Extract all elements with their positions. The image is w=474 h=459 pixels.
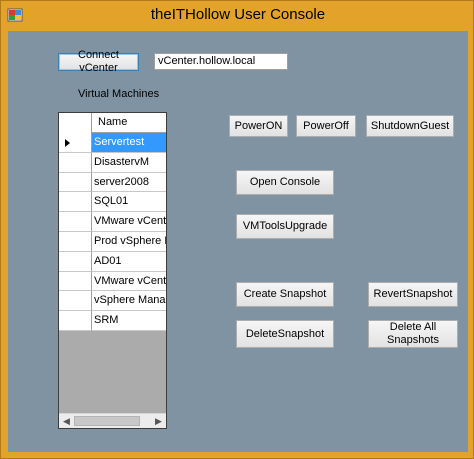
revert-snapshot-button[interactable]: RevertSnapshot: [368, 282, 458, 307]
form-client-area: Connect vCenter vCenter.hollow.local Vir…: [8, 31, 468, 452]
vm-name-cell[interactable]: VMware vCenter ...: [92, 212, 166, 232]
row-header[interactable]: [59, 251, 92, 272]
name-column-header[interactable]: Name: [92, 113, 166, 133]
table-row[interactable]: SQL01: [59, 192, 166, 213]
grid-rows: Servertest DisastervM server2008 SQL01 VMwar…: [59, 133, 166, 331]
vm-name-cell[interactable]: AD01: [92, 251, 166, 272]
row-header[interactable]: [59, 271, 92, 292]
vmtools-upgrade-button[interactable]: VMToolsUpgrade: [236, 214, 334, 239]
vcenter-server-input[interactable]: vCenter.hollow.local: [154, 53, 288, 70]
table-row[interactable]: DisastervM: [59, 152, 166, 173]
row-header[interactable]: [59, 133, 92, 153]
vm-name-cell[interactable]: server2008: [92, 172, 166, 193]
open-console-button[interactable]: Open Console: [236, 170, 334, 195]
power-on-button[interactable]: PowerON: [229, 115, 288, 137]
row-header[interactable]: [59, 152, 92, 173]
vm-name-cell[interactable]: Servertest: [92, 133, 166, 153]
title-bar[interactable]: theITHollow User Console: [1, 1, 474, 31]
table-row[interactable]: server2008: [59, 172, 166, 193]
row-header[interactable]: [59, 212, 92, 232]
grid-header: Name: [59, 113, 166, 133]
table-row[interactable]: SRM: [59, 311, 166, 331]
vm-name-cell[interactable]: Prod vSphere Re...: [92, 231, 166, 252]
scroll-thumb[interactable]: [74, 416, 140, 426]
table-row[interactable]: VMware vCenter ...: [59, 212, 166, 232]
row-header[interactable]: [59, 311, 92, 331]
vm-name-cell[interactable]: VMware vCenter ...: [92, 271, 166, 292]
vm-name-cell[interactable]: SRM: [92, 311, 166, 331]
application-window: theITHollow User Console Connect vCenter…: [0, 0, 474, 459]
table-row[interactable]: vSphere Manage...: [59, 291, 166, 312]
current-row-arrow-icon: [65, 139, 70, 147]
delete-snapshot-button[interactable]: DeleteSnapshot: [236, 320, 334, 348]
horizontal-scrollbar[interactable]: ◀ ▶: [59, 413, 166, 428]
vm-name-cell[interactable]: DisastervM: [92, 152, 166, 173]
virtual-machines-grid[interactable]: Name Servertest DisastervM server2008 SQL01…: [58, 112, 167, 429]
delete-all-snapshots-button[interactable]: Delete All Snapshots: [368, 320, 458, 348]
row-header[interactable]: [59, 231, 92, 252]
vm-name-cell[interactable]: vSphere Manage...: [92, 291, 166, 312]
window-title: theITHollow User Console: [150, 6, 326, 23]
row-header-corner[interactable]: [59, 113, 92, 133]
create-snapshot-button[interactable]: Create Snapshot: [236, 282, 334, 307]
row-header[interactable]: [59, 192, 92, 213]
table-row[interactable]: Servertest: [59, 133, 166, 153]
table-row[interactable]: VMware vCenter ...: [59, 271, 166, 292]
connect-vcenter-button[interactable]: Connect vCenter: [58, 49, 139, 74]
table-row[interactable]: AD01: [59, 251, 166, 272]
vm-name-cell[interactable]: SQL01: [92, 192, 166, 213]
row-header[interactable]: [59, 172, 92, 193]
shutdown-guest-button[interactable]: ShutdownGuest: [366, 115, 454, 137]
scroll-right-arrow-icon[interactable]: ▶: [151, 414, 166, 428]
virtual-machines-label: Virtual Machines: [78, 88, 160, 100]
power-off-button[interactable]: PowerOff: [296, 115, 356, 137]
table-row[interactable]: Prod vSphere Re...: [59, 231, 166, 252]
scroll-left-arrow-icon[interactable]: ◀: [59, 414, 74, 428]
row-header[interactable]: [59, 291, 92, 312]
